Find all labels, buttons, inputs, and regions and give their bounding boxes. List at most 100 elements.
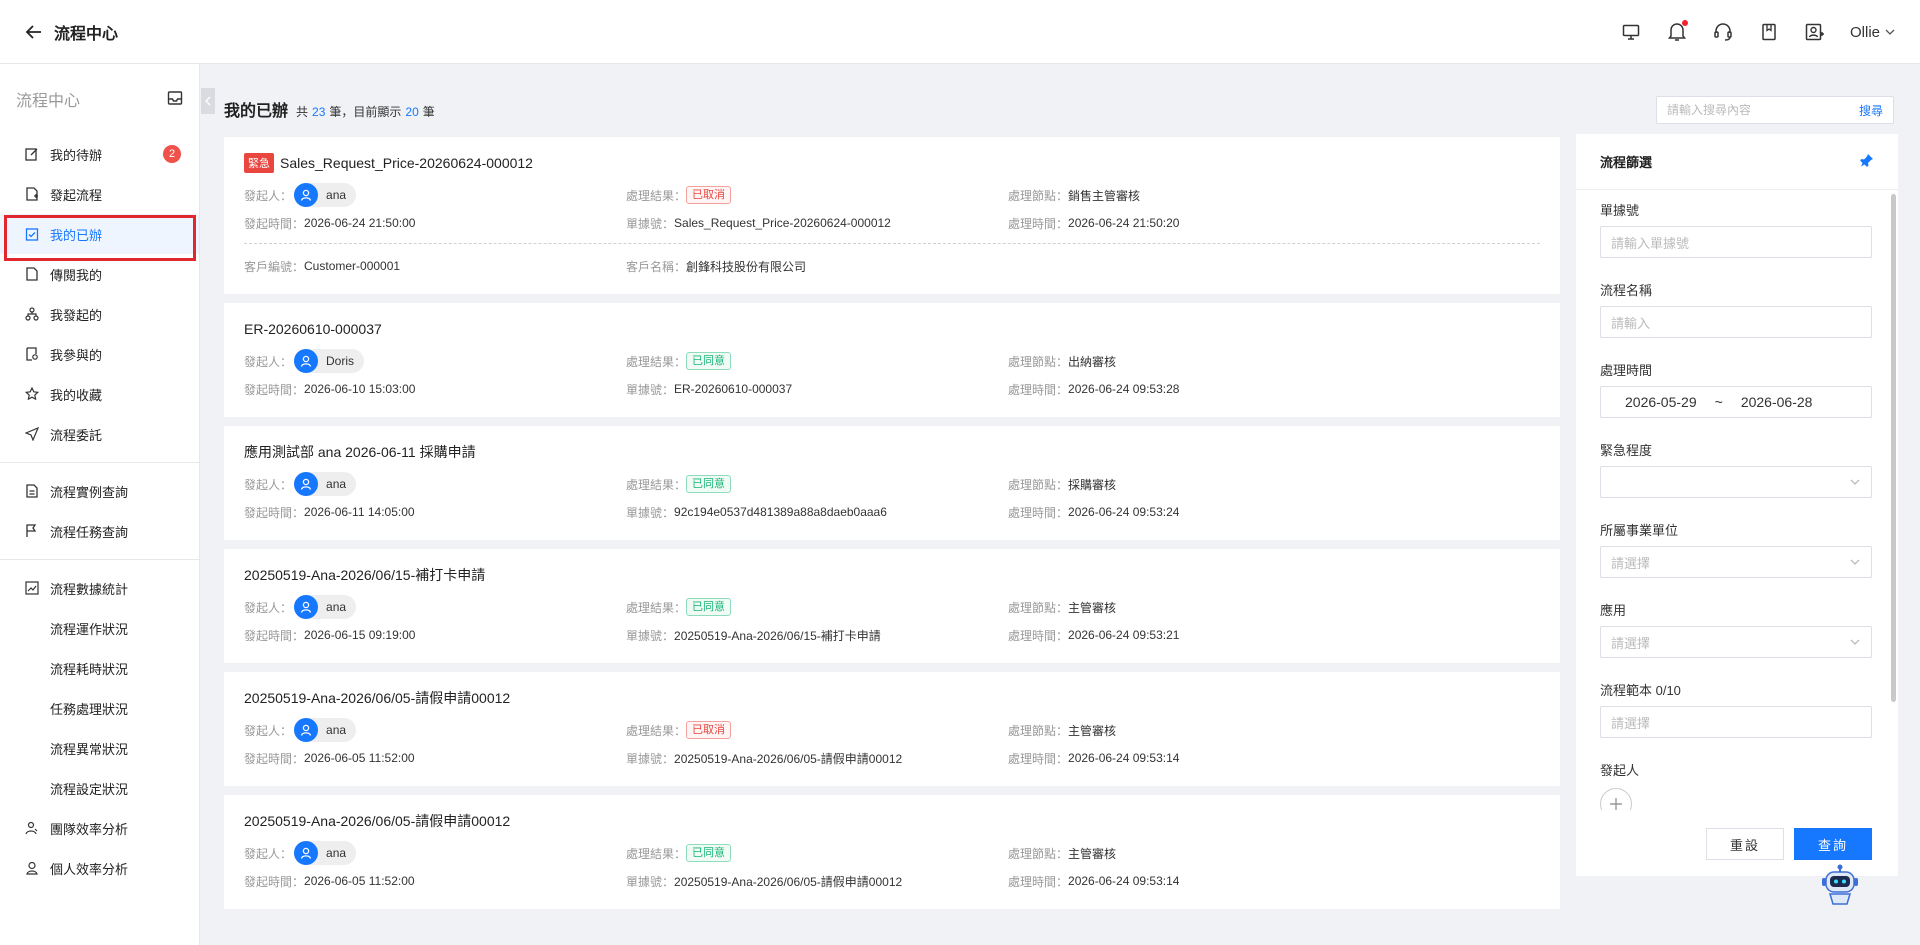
- count-middle: 筆，目前顯示: [329, 105, 402, 119]
- proc-time-value: 2026-06-24 09:53:24: [1068, 505, 1180, 519]
- back-arrow-icon[interactable]: [24, 22, 44, 42]
- process-card[interactable]: 20250519-Ana-2026/06/05-請假申請00012 發起人： an…: [224, 795, 1560, 909]
- sidebar-item-circulated[interactable]: 傳閱我的: [0, 254, 199, 294]
- node-value: 銷售主管審核: [1068, 188, 1141, 203]
- sidebar-item-start-process[interactable]: 發起流程: [0, 174, 199, 214]
- process-name-input[interactable]: 請輸入: [1600, 306, 1872, 338]
- line-chart-icon: [24, 580, 40, 596]
- count-suffix: 筆: [422, 105, 435, 119]
- node-value: 主管審核: [1068, 846, 1117, 861]
- sidebar-item-initiated[interactable]: 我發起的: [0, 294, 199, 334]
- start-time-label: 發起時間：: [244, 751, 305, 766]
- sidebar-item-instance-query[interactable]: 流程實例查詢: [0, 471, 199, 511]
- sidebar-subitem-settings[interactable]: 流程設定狀況: [0, 768, 199, 808]
- doc-no-label: 單據號：: [626, 216, 675, 231]
- sidebar-item-label: 流程運作狀況: [50, 621, 129, 637]
- edit-icon: [24, 146, 40, 162]
- doc-no-value: Sales_Request_Price-20260624-000012: [674, 216, 891, 230]
- result-label: 處理結果：: [626, 846, 687, 861]
- status-badge: 已取消: [686, 186, 732, 204]
- bell-icon[interactable]: [1666, 20, 1688, 43]
- customer-name-value: 創鋒科技股份有限公司: [686, 259, 807, 274]
- start-time-value: 2026-06-05 11:52:00: [304, 874, 415, 888]
- status-badge: 已同意: [686, 352, 732, 370]
- date-range-picker[interactable]: 2026-05-29 ~ 2026-06-28: [1600, 386, 1872, 418]
- total-count: 23: [312, 105, 326, 119]
- inbox-icon[interactable]: [167, 90, 183, 109]
- proc-time-label: 處理時間：: [1008, 505, 1069, 520]
- application-select[interactable]: 請選擇: [1600, 626, 1872, 658]
- card-title[interactable]: 應用測試部 ana 2026-06-11 採購申請: [244, 442, 476, 462]
- monitor-icon[interactable]: [1620, 21, 1642, 43]
- sidebar-header: 流程中心: [0, 64, 199, 134]
- sidebar-item-participated[interactable]: 我參與的: [0, 334, 199, 374]
- add-initiator-button[interactable]: [1600, 788, 1632, 810]
- sidebar-item-task-query[interactable]: 流程任務查詢: [0, 511, 199, 551]
- node-value: 出納審核: [1068, 354, 1117, 369]
- search-button[interactable]: 搜尋: [1859, 102, 1883, 119]
- sidebar-subitem-task-handling[interactable]: 任務處理狀況: [0, 688, 199, 728]
- node-value: 主管審核: [1068, 723, 1117, 738]
- headset-icon[interactable]: [1712, 21, 1734, 43]
- sidebar-item-personal-efficiency[interactable]: 個人效率分析: [0, 848, 199, 888]
- card-title[interactable]: 20250519-Ana-2026/06/15-補打卡申請: [244, 565, 485, 585]
- assistant-robot-icon[interactable]: [1816, 864, 1864, 908]
- status-badge: 已取消: [686, 721, 732, 739]
- sidebar-item-label: 流程設定狀況: [50, 781, 129, 797]
- initiator-label: 發起人：: [244, 846, 293, 861]
- sidebar-item-todo[interactable]: 我的待辦 2: [0, 134, 199, 174]
- card-title[interactable]: Sales_Request_Price-20260624-000012: [280, 155, 533, 171]
- doc-no-filter-label: 單據號: [1600, 203, 1640, 218]
- business-unit-select[interactable]: 請選擇: [1600, 546, 1872, 578]
- top-bar: 流程中心 Ollie: [0, 0, 1920, 64]
- sidebar-subitem-exception[interactable]: 流程異常狀況: [0, 728, 199, 768]
- card-title[interactable]: 20250519-Ana-2026/06/05-請假申請00012: [244, 688, 510, 708]
- status-badge: 已同意: [686, 598, 732, 616]
- sidebar-subitem-operation[interactable]: 流程運作狀況: [0, 608, 199, 648]
- initiator-chip: ana: [294, 718, 357, 742]
- sidebar-item-favorites[interactable]: 我的收藏: [0, 374, 199, 414]
- initiator-chip: ana: [294, 183, 357, 207]
- start-time-value: 2026-06-24 21:50:00: [304, 216, 416, 230]
- proc-time-value: 2026-06-24 21:50:20: [1068, 216, 1180, 230]
- initiator-filter-label: 發起人: [1600, 763, 1640, 778]
- proc-time-value: 2026-06-24 09:53:28: [1068, 382, 1180, 396]
- doc-no-label: 單據號：: [626, 874, 675, 889]
- card-title[interactable]: ER-20260610-000037: [244, 321, 382, 337]
- sidebar-item-label: 我參與的: [50, 347, 103, 363]
- sidebar-item-statistics[interactable]: 流程數據統計: [0, 568, 199, 608]
- sidebar-collapse-button[interactable]: [201, 88, 215, 114]
- chevron-down-icon: [1885, 29, 1895, 35]
- process-card[interactable]: 20250519-Ana-2026/06/05-請假申請00012 發起人： an…: [224, 672, 1560, 786]
- card-title[interactable]: 20250519-Ana-2026/06/05-請假申請00012: [244, 811, 510, 831]
- user-settings-icon[interactable]: [1804, 21, 1826, 43]
- reset-button[interactable]: 重設: [1706, 828, 1784, 860]
- proc-time-label: 處理時間：: [1008, 751, 1069, 766]
- node-label: 處理節點：: [1008, 723, 1069, 738]
- customer-no-value: Customer-000001: [304, 259, 401, 273]
- sidebar-item-done[interactable]: 我的已辦: [0, 214, 199, 261]
- pin-icon[interactable]: [1860, 153, 1874, 170]
- user-menu[interactable]: Ollie: [1850, 24, 1896, 41]
- process-card[interactable]: ER-20260610-000037 發起人： Doris 處理結果： 已同意 處理…: [224, 303, 1560, 417]
- process-card[interactable]: 緊急 Sales_Request_Price-20260624-000012 發…: [224, 137, 1560, 294]
- bookmark-icon[interactable]: [1758, 21, 1780, 43]
- doc-no-input[interactable]: 請輸入單據號: [1600, 226, 1872, 258]
- process-card[interactable]: 應用測試部 ana 2026-06-11 採購申請 發起人： ana 處理結果：已…: [224, 426, 1560, 540]
- template-select[interactable]: 請選擇: [1600, 706, 1872, 738]
- sidebar-item-team-efficiency[interactable]: 團隊效率分析: [0, 808, 199, 848]
- search-input[interactable]: [1667, 103, 1859, 117]
- initiator-chip: ana: [294, 472, 357, 496]
- filter-scrollbar[interactable]: [1891, 194, 1896, 702]
- process-card[interactable]: 20250519-Ana-2026/06/15-補打卡申請 發起人： ana 處理…: [224, 549, 1560, 663]
- sidebar-subitem-duration[interactable]: 流程耗時狀況: [0, 648, 199, 688]
- node-label: 處理節點：: [1008, 354, 1069, 369]
- name-filter-label: 流程名稱: [1600, 283, 1653, 298]
- initiator-label: 發起人：: [244, 600, 293, 615]
- query-button[interactable]: 查詢: [1794, 828, 1872, 860]
- sidebar-item-delegation[interactable]: 流程委託: [0, 414, 199, 454]
- sidebar-item-label: 個人效率分析: [50, 861, 129, 877]
- doc-no-value: ER-20260610-000037: [674, 382, 793, 396]
- urgency-select[interactable]: [1600, 466, 1872, 498]
- process-name-placeholder: 請輸入: [1611, 315, 1651, 331]
